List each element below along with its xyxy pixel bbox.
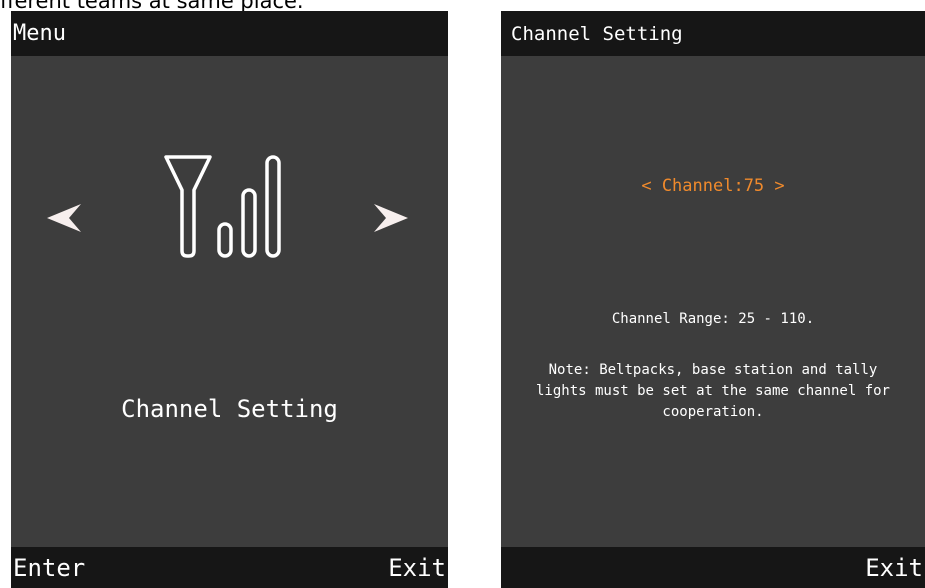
channel-softkey-bar: Exit (501, 547, 925, 588)
chevron-left-icon[interactable] (45, 198, 85, 238)
channel-note-text: Note: Beltpacks, base station and tally … (535, 362, 890, 420)
menu-softkey-bar: Enter Exit (11, 547, 448, 588)
channel-title-bar: Channel Setting (501, 11, 925, 56)
channel-setting-screen: Channel Setting < Channel:75 > Channel R… (501, 11, 925, 588)
channel-range-text: Channel Range: 25 - 110. (611, 311, 815, 327)
exit-softkey[interactable]: Exit (863, 554, 925, 582)
chevron-right-icon[interactable] (370, 198, 410, 238)
menu-title: Menu (13, 21, 66, 46)
menu-title-bar: Menu (11, 11, 448, 56)
antenna-signal-icon (164, 155, 281, 258)
exit-softkey[interactable]: Exit (386, 554, 448, 582)
channel-title: Channel Setting (511, 22, 683, 45)
menu-screen: Menu Channel Setting Enter Exit (11, 11, 448, 588)
channel-value-selector[interactable]: < Channel:75 > (501, 176, 925, 196)
enter-softkey[interactable]: Enter (11, 554, 87, 582)
menu-item-label[interactable]: Channel Setting (11, 395, 448, 423)
